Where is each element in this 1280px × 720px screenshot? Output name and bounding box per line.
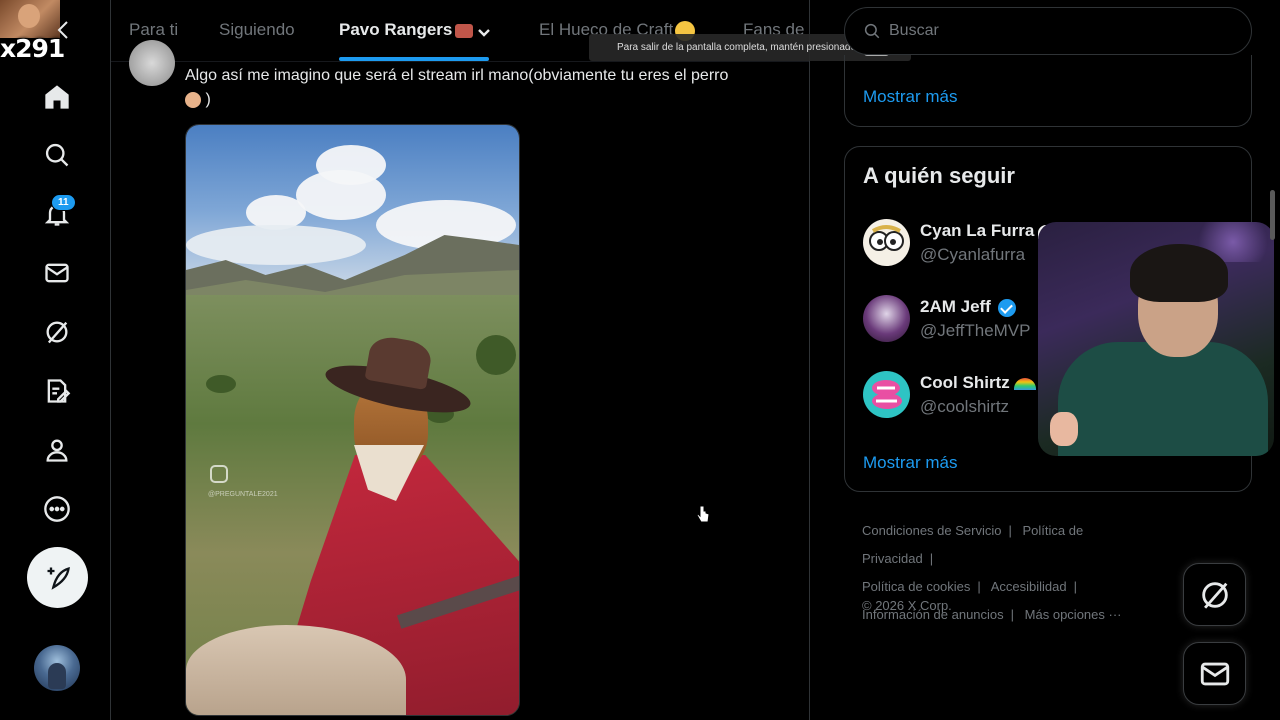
- follow-handle: @Cyanlafurra: [920, 245, 1026, 264]
- follow-name: 2AM Jeff: [920, 297, 1016, 317]
- trends-show-more-link[interactable]: Mostrar más: [863, 87, 957, 107]
- more-icon[interactable]: [36, 488, 78, 530]
- grok-floating-button[interactable]: [1183, 563, 1246, 626]
- footer-link[interactable]: Accesibilidad: [991, 579, 1067, 594]
- trends-card: Mostrar más: [844, 55, 1252, 127]
- page-scrollbar[interactable]: [1270, 190, 1275, 240]
- main-timeline: Para ti Siguiendo Pavo Rangers El Hueco …: [110, 0, 911, 720]
- footer-more-options[interactable]: Más opciones ···: [1025, 607, 1122, 622]
- tooltip-text: Para salir de la pantalla completa, mant…: [617, 42, 857, 53]
- active-tab-indicator: [339, 57, 489, 61]
- mail-icon[interactable]: [36, 252, 78, 294]
- profile-icon[interactable]: [36, 429, 78, 471]
- tab-para-ti[interactable]: Para ti: [129, 20, 178, 40]
- copyright: © 2026 X Corp.: [862, 598, 952, 613]
- avatar[interactable]: [863, 219, 910, 266]
- notifications-badge: 11: [51, 194, 76, 211]
- compose-post-button[interactable]: [27, 547, 88, 608]
- home-icon[interactable]: [36, 76, 78, 118]
- avatar[interactable]: [863, 371, 910, 418]
- tab-siguiendo[interactable]: Siguiendo: [219, 20, 295, 40]
- follow-show-more-link[interactable]: Mostrar más: [863, 453, 957, 473]
- follow-handle: @coolshirtz: [920, 397, 1010, 416]
- very-cool-logo-icon: [872, 380, 902, 409]
- verified-badge-icon: [997, 298, 1016, 317]
- cartoon-eyes-icon: [869, 225, 904, 251]
- monkey-emoji-icon: [185, 91, 201, 108]
- follow-name: Cyan La Furra: [920, 221, 1055, 241]
- post-author-avatar[interactable]: [129, 40, 175, 86]
- streamer-webcam-overlay: [1038, 222, 1274, 456]
- hand-cursor-icon: [696, 505, 710, 523]
- post-media-video[interactable]: @PREGUNTALE2021: [185, 124, 520, 716]
- search-bar[interactable]: [844, 7, 1252, 55]
- follow-name: Cool Shirtz: [920, 373, 1036, 393]
- post-body-end: ): [205, 91, 211, 108]
- footer-link[interactable]: Condiciones de Servicio: [862, 523, 1001, 538]
- post-text: Algo así me imagino que será el stream i…: [185, 64, 805, 112]
- search-icon: [864, 23, 880, 39]
- who-to-follow-title: A quién seguir: [863, 163, 1015, 188]
- sticker-icon: [1050, 412, 1078, 446]
- rainbow-icon: [1013, 377, 1036, 390]
- follow-handle: @JeffTheMVP: [920, 321, 1031, 340]
- grok-icon[interactable]: [36, 311, 78, 353]
- stream-overlay-avatar: [0, 0, 60, 38]
- chevron-down-icon[interactable]: [477, 24, 491, 38]
- search-input[interactable]: [889, 22, 1229, 40]
- list-emoji-icon: [455, 23, 474, 38]
- grok-icon: [1201, 581, 1228, 609]
- media-watermark: @PREGUNTALE2021: [208, 491, 278, 498]
- left-navigation: x291 11: [0, 0, 112, 720]
- post-body-text: Algo así me imagino que será el stream i…: [185, 67, 729, 84]
- feather-plus-icon: [47, 566, 70, 590]
- back-arrow-icon[interactable]: [52, 18, 76, 42]
- search-icon[interactable]: [36, 134, 78, 176]
- account-avatar[interactable]: [34, 645, 80, 691]
- avatar[interactable]: [863, 295, 910, 342]
- instagram-icon: [210, 465, 228, 483]
- footer-link[interactable]: Política de cookies: [862, 579, 970, 594]
- mail-icon: [1200, 662, 1229, 685]
- tab-pavo-rangers[interactable]: Pavo Rangers: [339, 20, 491, 40]
- messages-floating-button[interactable]: [1183, 642, 1246, 705]
- notes-icon[interactable]: [36, 370, 78, 412]
